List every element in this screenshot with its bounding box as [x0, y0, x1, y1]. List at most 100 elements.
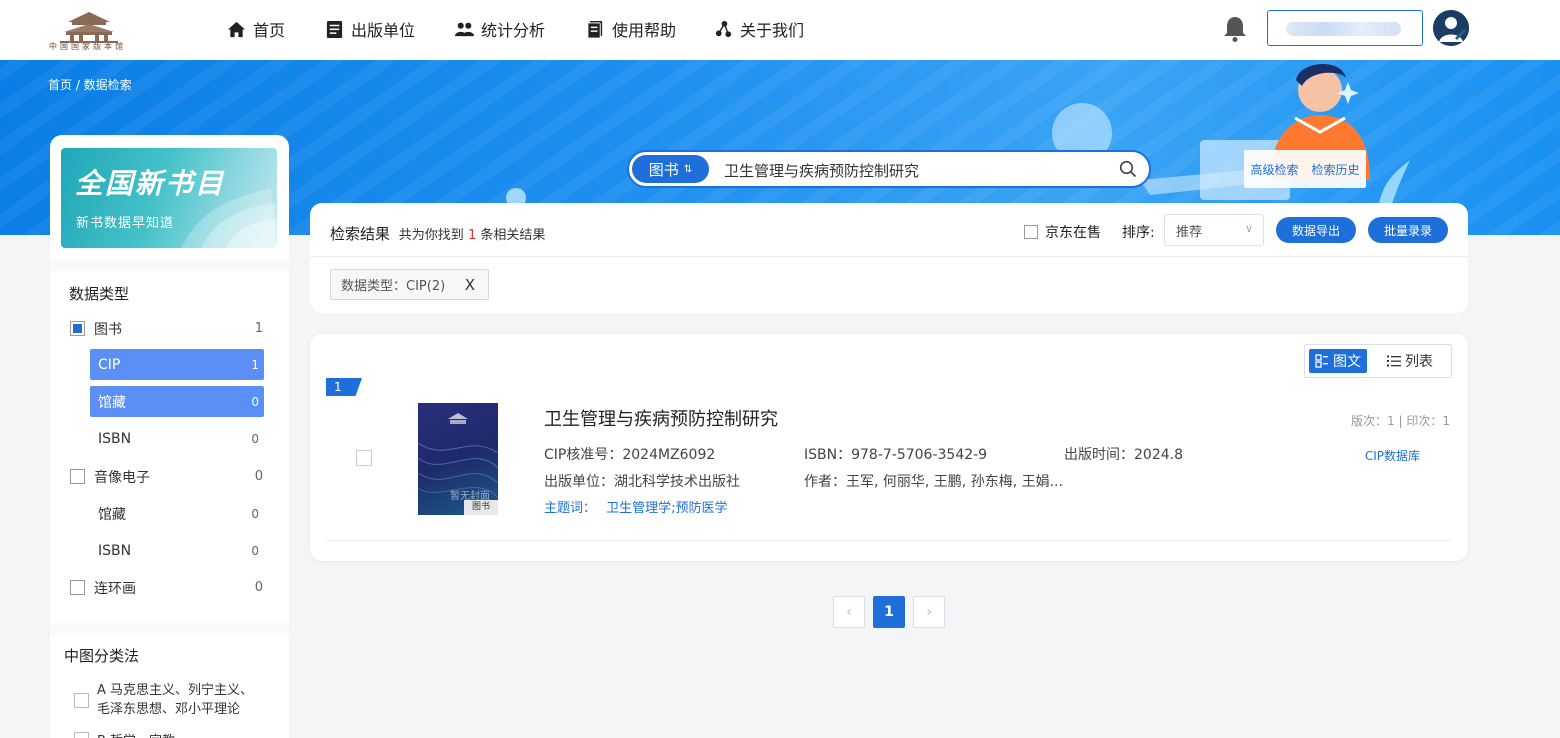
section-gap — [50, 259, 289, 271]
list-view-button[interactable]: 列表 — [1381, 349, 1439, 373]
jd-checkbox[interactable] — [1024, 225, 1038, 239]
classification-item[interactable]: B 哲学、宗教 — [74, 730, 274, 738]
av-checkbox[interactable] — [70, 469, 85, 484]
nav-help[interactable]: 使用帮助 — [586, 16, 676, 42]
data-type-title: 数据类型 — [69, 285, 130, 303]
sub-type-label: CIP — [98, 356, 121, 373]
data-type-book[interactable]: 图书 1 — [50, 313, 289, 344]
comics-checkbox[interactable] — [70, 580, 85, 595]
classification-item[interactable]: A 马克思主义、列宁主义、 毛泽东思想、邓小平理论 — [74, 681, 274, 719]
sub-type-isbn[interactable]: ISBN 0 — [90, 423, 264, 454]
batch-record-button[interactable]: 批量录录 — [1368, 217, 1448, 243]
active-filter-tag: 数据类型：CIP(2) X — [330, 269, 489, 300]
result-item-card: 图文 列表 1 暂无封面 图书 卫生管理与疾病预防控制研究 CIP核准号：202… — [310, 334, 1468, 561]
book-checkbox[interactable] — [70, 321, 85, 336]
jd-filter[interactable]: 京东在售 — [1024, 222, 1101, 242]
divider — [310, 256, 1468, 257]
sub-type-isbn[interactable]: ISBN 0 — [90, 535, 264, 566]
sort-value: 推荐 — [1176, 224, 1203, 240]
result-header-card: 检索结果 共为你找到 1 条相关结果 京东在售 排序: 推荐 ∨ 数据导出 批量… — [310, 203, 1468, 313]
item-cip: CIP核准号：2024MZ6092 — [544, 447, 716, 463]
item-isbn: ISBN：978-7-5706-3542-9 — [804, 447, 988, 463]
sub-type-collection[interactable]: 馆藏 0 — [90, 498, 264, 529]
avatar[interactable] — [1433, 10, 1469, 46]
item-source[interactable]: CIP数据库 — [1365, 447, 1420, 464]
sub-type-cip[interactable]: CIP 1 — [90, 349, 264, 380]
sub-type-label: ISBN — [98, 430, 132, 447]
user-avatar-icon — [1433, 10, 1469, 46]
export-button[interactable]: 数据导出 — [1276, 217, 1356, 243]
promo-banner[interactable]: 全国新书目 新书数据早知道 — [61, 148, 277, 248]
sub-type-label: 馆藏 — [98, 506, 126, 523]
divider — [326, 540, 1452, 541]
publisher-icon — [326, 20, 343, 38]
data-type-label: 图书 — [94, 321, 122, 338]
users-icon — [455, 22, 474, 36]
search-type-selector[interactable]: 图书 ⇅ — [632, 155, 709, 183]
data-type-label: 连环画 — [94, 580, 136, 597]
nav-home-label: 首页 — [253, 21, 286, 40]
data-type-count: 0 — [254, 469, 263, 484]
subject-value[interactable]: 卫生管理学;预防医学 — [606, 501, 727, 516]
about-icon — [715, 20, 732, 37]
search-type-label: 图书 — [648, 160, 679, 179]
list-view-label: 列表 — [1405, 354, 1433, 370]
sub-type-count: 0 — [251, 506, 259, 521]
nav-publishers[interactable]: 出版单位 — [325, 16, 415, 42]
chevron-down-icon: ∨ — [1244, 222, 1253, 235]
home-icon — [227, 21, 246, 37]
sub-type-collection[interactable]: 馆藏 0 — [90, 386, 264, 417]
close-icon[interactable]: X — [465, 276, 475, 294]
next-page-button[interactable]: › — [913, 596, 945, 628]
prev-page-button[interactable]: ‹ — [833, 596, 865, 628]
sub-type-count: 0 — [251, 394, 259, 409]
classification-label-line: 毛泽东思想、邓小平理论 — [97, 702, 241, 717]
nav-help-label: 使用帮助 — [612, 21, 677, 40]
data-type-comics[interactable]: 连环画 0 — [50, 572, 289, 603]
breadcrumb[interactable]: 首页 / 数据检索 — [48, 76, 132, 93]
nav-about[interactable]: 关于我们 — [714, 16, 804, 42]
classification-checkbox[interactable] — [74, 732, 89, 738]
item-publisher: 出版单位：湖北科学技术出版社 — [544, 474, 740, 490]
bell-icon[interactable] — [1222, 15, 1248, 43]
username-box[interactable] — [1267, 10, 1423, 46]
search-icon[interactable] — [1119, 160, 1137, 178]
advanced-search-link[interactable]: 高级检索 — [1250, 161, 1298, 178]
top-navbar: 中国国家版本馆 首页 出版单位 统计分析 使用帮助 关于我们 — [0, 0, 1560, 60]
nav-statistics-label: 统计分析 — [481, 21, 546, 40]
search-input[interactable] — [724, 159, 1104, 181]
found-count: 1 — [467, 228, 477, 243]
sub-type-count: 1 — [251, 357, 259, 372]
grid-view-button[interactable]: 图文 — [1309, 349, 1367, 373]
nav-home[interactable]: 首页 — [227, 16, 285, 42]
classification-label-line: A 马克思主义、列宁主义、 — [97, 683, 254, 698]
data-type-av[interactable]: 音像电子 0 — [50, 461, 289, 492]
classification-checkbox[interactable] — [74, 692, 89, 708]
promo-subtitle: 新书数据早知道 — [76, 216, 175, 231]
book-cover[interactable]: 暂无封面 图书 — [418, 403, 498, 515]
result-count-text: 共为你找到 1 条相关结果 — [399, 228, 546, 243]
data-type-label: 音像电子 — [94, 469, 150, 486]
filter-tag-label: 数据类型：CIP(2) — [341, 279, 446, 294]
result-index-badge: 1 — [326, 378, 362, 396]
sort-select[interactable]: 推荐 ∨ — [1164, 214, 1264, 246]
help-icon — [587, 20, 603, 39]
item-title[interactable]: 卫生管理与疾病预防控制研究 — [544, 405, 778, 431]
result-heading: 检索结果 — [330, 225, 391, 243]
found-prefix: 共为你找到 — [398, 228, 464, 243]
search-history-link[interactable]: 检索历史 — [1311, 161, 1359, 178]
section-gap — [50, 623, 289, 635]
result-summary: 检索结果 共为你找到 1 条相关结果 — [330, 223, 545, 244]
item-pub-date: 出版时间：2024.8 — [1064, 447, 1183, 463]
grid-view-label: 图文 — [1333, 354, 1361, 370]
sub-type-count: 0 — [251, 431, 259, 446]
item-checkbox[interactable] — [356, 450, 372, 466]
nav-publishers-label: 出版单位 — [351, 21, 416, 40]
blurred-username — [1286, 22, 1401, 36]
sub-type-count: 0 — [251, 543, 259, 558]
nav-statistics[interactable]: 统计分析 — [455, 16, 545, 42]
nav-about-label: 关于我们 — [740, 21, 805, 40]
page-button-current[interactable]: 1 — [873, 596, 905, 628]
grid-view-icon — [1315, 354, 1328, 368]
classification-title: 中图分类法 — [64, 647, 140, 665]
